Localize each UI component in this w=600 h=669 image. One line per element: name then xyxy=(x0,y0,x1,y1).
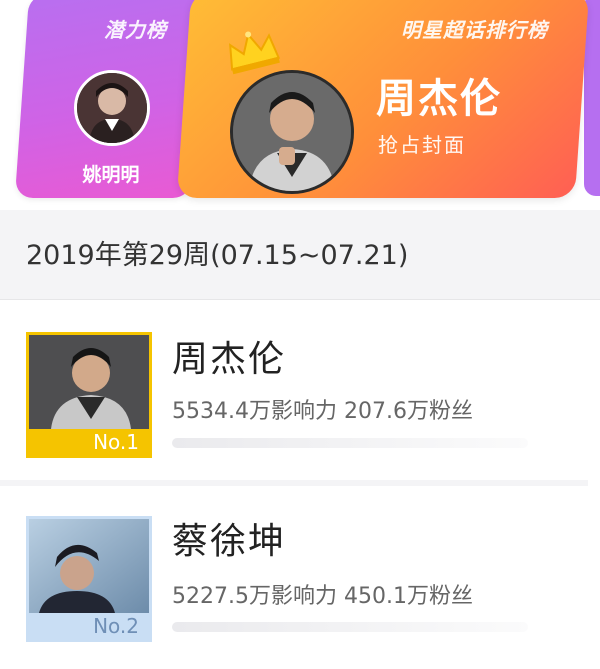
rank-photo-frame: No.2 xyxy=(26,516,152,642)
week-label: 2019年第29周(07.15~07.21) xyxy=(26,240,409,271)
top-star-avatar[interactable] xyxy=(230,70,354,194)
page: 潜力榜 明星超话排行榜 姚明明 周杰伦 抢占封面 2019年第29周(07.15… xyxy=(0,0,600,669)
banner-area: 潜力榜 明星超话排行榜 姚明明 周杰伦 抢占封面 xyxy=(0,0,600,210)
ranking-stats: 5227.5万影响力 450.1万粉丝 xyxy=(172,584,473,609)
rank-badge: No.2 xyxy=(29,613,149,639)
faded-text-line xyxy=(172,438,528,448)
top-star-name: 周杰伦 xyxy=(376,76,502,122)
ranking-name: 蔡徐坤 xyxy=(172,521,287,562)
cover-subtitle: 抢占封面 xyxy=(378,133,466,157)
potential-name: 姚明明 xyxy=(82,164,140,186)
rank-photo-frame: No.1 xyxy=(26,332,152,458)
ranking-row[interactable]: No.1 周杰伦 5534.4万影响力 207.6万粉丝 xyxy=(0,300,588,480)
ranking-name: 周杰伦 xyxy=(172,339,287,380)
top-star-avatar-image xyxy=(233,73,351,191)
potential-avatar[interactable] xyxy=(74,70,150,146)
faded-text-line xyxy=(172,622,528,632)
rank-photo-2 xyxy=(29,519,149,613)
rank-badge: No.1 xyxy=(29,429,149,455)
ranking-row[interactable]: No.2 xyxy=(0,486,588,666)
ranking-stats: 5534.4万影响力 207.6万粉丝 xyxy=(172,399,473,424)
star-ranking-tag: 明星超话排行榜 xyxy=(401,18,548,42)
potential-avatar-image xyxy=(77,73,147,143)
ranking-list: No.1 周杰伦 5534.4万影响力 207.6万粉丝 No.2 蔡徐坤 52… xyxy=(0,300,600,669)
rank-photo-1 xyxy=(29,335,149,429)
potential-list-tag: 潜力榜 xyxy=(104,18,167,42)
